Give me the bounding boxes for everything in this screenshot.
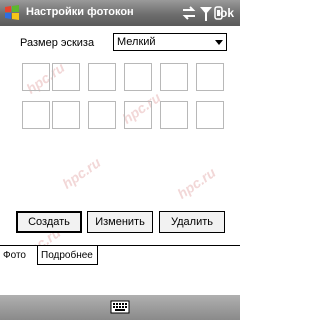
tab-details[interactable]: Подробнее <box>37 246 98 265</box>
thumbnail-size-value: Мелкий <box>117 36 156 48</box>
title-bar: Настройки фотокон ok <box>0 0 240 26</box>
thumbnail-slot[interactable] <box>52 101 80 129</box>
start-button[interactable] <box>2 3 22 23</box>
thumbnail-slot[interactable] <box>88 63 116 91</box>
window-title: Настройки фотокон <box>26 6 134 18</box>
thumbnail-slot[interactable] <box>22 63 50 91</box>
thumbnail-slot[interactable] <box>52 63 80 91</box>
edit-button[interactable]: Изменить <box>87 211 153 233</box>
thumbnail-slot[interactable] <box>196 63 224 91</box>
tab-photo[interactable]: Фото <box>0 246 37 265</box>
tab-strip: Фото Подробнее <box>0 245 240 266</box>
thumbnail-slot[interactable] <box>196 101 224 129</box>
thumbnail-slot[interactable] <box>160 63 188 91</box>
thumbnail-slot[interactable] <box>124 63 152 91</box>
thumbnail-slot[interactable] <box>88 101 116 129</box>
create-button[interactable]: Создать <box>16 211 82 233</box>
sync-icon[interactable] <box>181 4 197 22</box>
watermark: hpc.ru <box>174 164 219 202</box>
bottom-area <box>0 265 240 320</box>
thumbnail-slot[interactable] <box>124 101 152 129</box>
signal-icon[interactable] <box>199 4 213 22</box>
tab-strip-fill <box>98 246 240 265</box>
thumbnail-slot[interactable] <box>22 101 50 129</box>
thumbnail-slot[interactable] <box>160 101 188 129</box>
delete-button[interactable]: Удалить <box>159 211 225 233</box>
watermark: hpc.ru <box>59 154 104 192</box>
ok-button[interactable]: ok <box>216 3 238 23</box>
windows-flag-icon <box>5 5 19 20</box>
thumbnail-size-dropdown[interactable]: Мелкий <box>113 33 227 51</box>
menu-bar <box>0 295 240 320</box>
keyboard-icon[interactable] <box>110 299 130 315</box>
thumbnail-size-label: Размер эскиза <box>20 37 95 49</box>
chevron-down-icon <box>215 40 223 45</box>
